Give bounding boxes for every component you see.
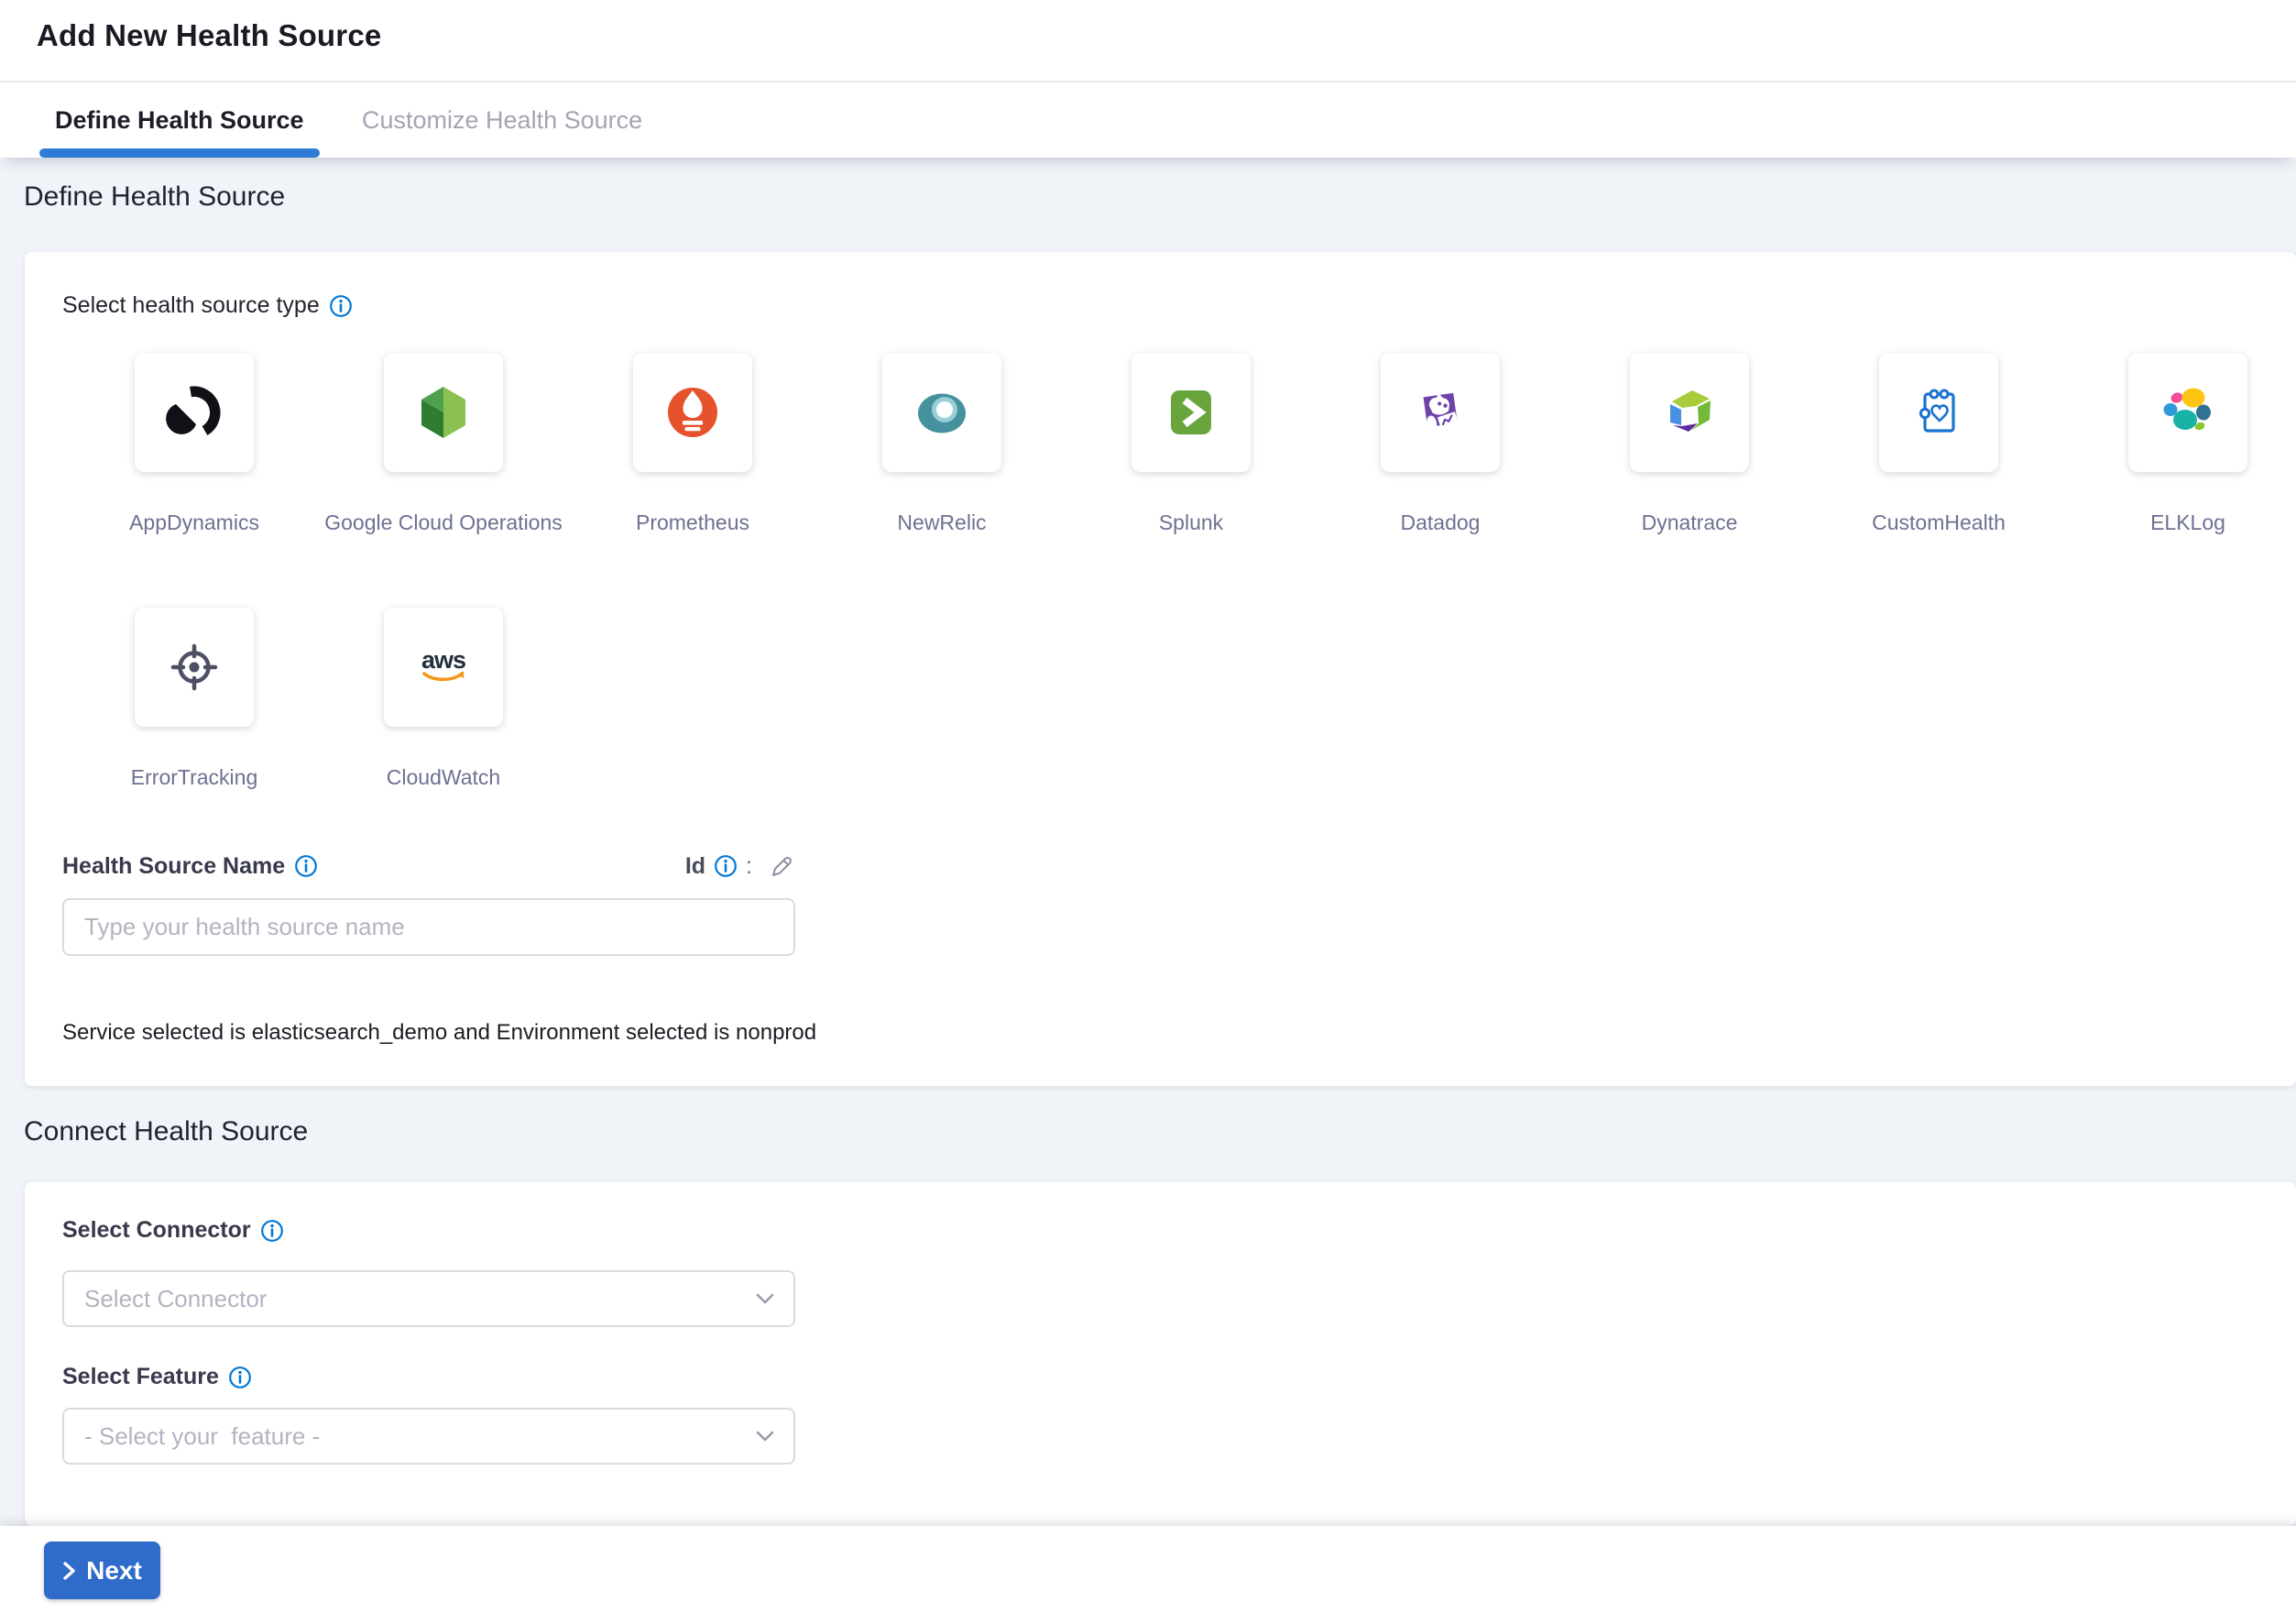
source-label: AppDynamics xyxy=(129,510,259,535)
source-cell-appdynamics: AppDynamics xyxy=(135,353,254,608)
chevron-down-icon xyxy=(755,1292,775,1305)
select-connector-label: Select Connector xyxy=(62,1217,251,1244)
tab-customize-health-source[interactable]: Customize Health Source xyxy=(346,82,658,158)
splunk-icon xyxy=(1158,379,1224,445)
source-cell-elklog: ELKLog xyxy=(2128,353,2247,608)
info-icon[interactable] xyxy=(294,854,318,878)
cloudwatch-aws-icon: aws xyxy=(410,634,476,700)
errortracking-icon xyxy=(161,634,227,700)
select-type-label: Select health source type xyxy=(62,292,320,319)
connector-select[interactable]: Select Connector xyxy=(62,1270,795,1327)
dynatrace-icon xyxy=(1656,379,1722,445)
svg-text:aws: aws xyxy=(421,646,465,674)
select-feature-label: Select Feature xyxy=(62,1364,219,1390)
source-label: Dynatrace xyxy=(1642,510,1738,535)
health-source-name-label: Health Source Name xyxy=(62,853,285,880)
tab-define-health-source[interactable]: Define Health Source xyxy=(39,82,320,158)
source-tile-dynatrace[interactable] xyxy=(1630,353,1749,472)
source-label: Google Cloud Operations xyxy=(324,510,563,535)
appdynamics-icon xyxy=(161,379,227,445)
select-feature-label-row: Select Feature xyxy=(62,1364,252,1390)
footer-bar: Next xyxy=(0,1526,2296,1613)
feature-select[interactable]: - Select your feature - xyxy=(62,1408,795,1465)
source-tile-elklog[interactable] xyxy=(2128,353,2247,472)
source-cell-dynatrace: Dynatrace xyxy=(1630,353,1749,608)
prometheus-icon xyxy=(660,379,726,445)
source-cell-errortracking: ErrorTracking xyxy=(135,608,254,862)
add-health-source-page: Add New Health Source Define Health Sour… xyxy=(0,0,2296,1613)
source-tile-newrelic[interactable] xyxy=(882,353,1001,472)
id-group: Id : xyxy=(685,852,795,880)
source-tile-datadog[interactable] xyxy=(1381,353,1500,472)
source-tile-appdynamics[interactable] xyxy=(135,353,254,472)
page-title: Add New Health Source xyxy=(37,18,381,53)
define-health-source-card: Select health source type AppDynamics xyxy=(25,252,2296,1086)
service-environment-note: Service selected is elasticsearch_demo a… xyxy=(62,1020,816,1046)
source-tile-cloudwatch[interactable]: aws xyxy=(384,608,503,727)
edit-id-pencil-icon[interactable] xyxy=(768,852,795,880)
tab-customize-label: Customize Health Source xyxy=(362,106,642,135)
newrelic-icon xyxy=(909,379,975,445)
select-connector-label-row: Select Connector xyxy=(62,1217,284,1244)
customhealth-icon xyxy=(1906,379,1972,445)
source-cell-cloudwatch: aws CloudWatch xyxy=(384,608,503,862)
source-tile-prometheus[interactable] xyxy=(633,353,752,472)
feature-select-placeholder: - Select your feature - xyxy=(84,1422,320,1451)
source-cell-datadog: Datadog xyxy=(1381,353,1500,608)
source-tile-errortracking[interactable] xyxy=(135,608,254,727)
tab-define-label: Define Health Source xyxy=(55,106,304,135)
active-tab-underline xyxy=(39,148,320,158)
connect-health-source-card: Select Connector Select Connector Select… xyxy=(25,1182,2296,1526)
source-label: Datadog xyxy=(1401,510,1481,535)
info-icon[interactable] xyxy=(714,854,738,878)
health-source-name-input[interactable] xyxy=(62,898,795,956)
info-icon[interactable] xyxy=(329,294,353,318)
google-cloud-operations-icon xyxy=(410,379,476,445)
name-id-row: Health Source Name Id : xyxy=(62,852,795,880)
source-label: CloudWatch xyxy=(387,765,500,790)
source-tile-customhealth[interactable] xyxy=(1879,353,1998,472)
source-cell-google-cloud-operations: Google Cloud Operations xyxy=(384,353,503,608)
source-label: Prometheus xyxy=(636,510,749,535)
select-type-label-row: Select health source type xyxy=(62,292,353,319)
source-label: NewRelic xyxy=(897,510,986,535)
source-cell-newrelic: NewRelic xyxy=(882,353,1001,608)
source-tile-splunk[interactable] xyxy=(1132,353,1251,472)
tab-bar: Define Health Source Customize Health So… xyxy=(0,81,2296,158)
chevron-right-icon xyxy=(62,1560,77,1582)
connect-section-heading: Connect Health Source xyxy=(24,1116,308,1147)
define-section-heading: Define Health Source xyxy=(24,181,285,213)
next-button-label: Next xyxy=(86,1556,142,1586)
source-label: CustomHealth xyxy=(1872,510,2006,535)
connector-select-placeholder: Select Connector xyxy=(84,1285,267,1313)
chevron-down-icon xyxy=(755,1430,775,1443)
id-colon: : xyxy=(746,853,752,880)
next-button[interactable]: Next xyxy=(44,1542,160,1599)
elklog-icon xyxy=(2155,379,2221,445)
source-cell-splunk: Splunk xyxy=(1132,353,1251,608)
datadog-icon xyxy=(1407,379,1473,445)
source-label: ELKLog xyxy=(2150,510,2225,535)
info-icon[interactable] xyxy=(228,1366,252,1389)
health-source-name-label-row: Health Source Name xyxy=(62,853,318,880)
page-header: Add New Health Source xyxy=(0,0,2296,81)
source-label: Splunk xyxy=(1159,510,1223,535)
info-icon[interactable] xyxy=(260,1219,284,1243)
id-label: Id xyxy=(685,853,705,880)
source-cell-customhealth: CustomHealth xyxy=(1879,353,1998,608)
health-source-type-grid: AppDynamics Google Cloud Operations xyxy=(135,353,2269,862)
source-label: ErrorTracking xyxy=(131,765,257,790)
source-tile-google-cloud-operations[interactable] xyxy=(384,353,503,472)
source-cell-prometheus: Prometheus xyxy=(633,353,752,608)
